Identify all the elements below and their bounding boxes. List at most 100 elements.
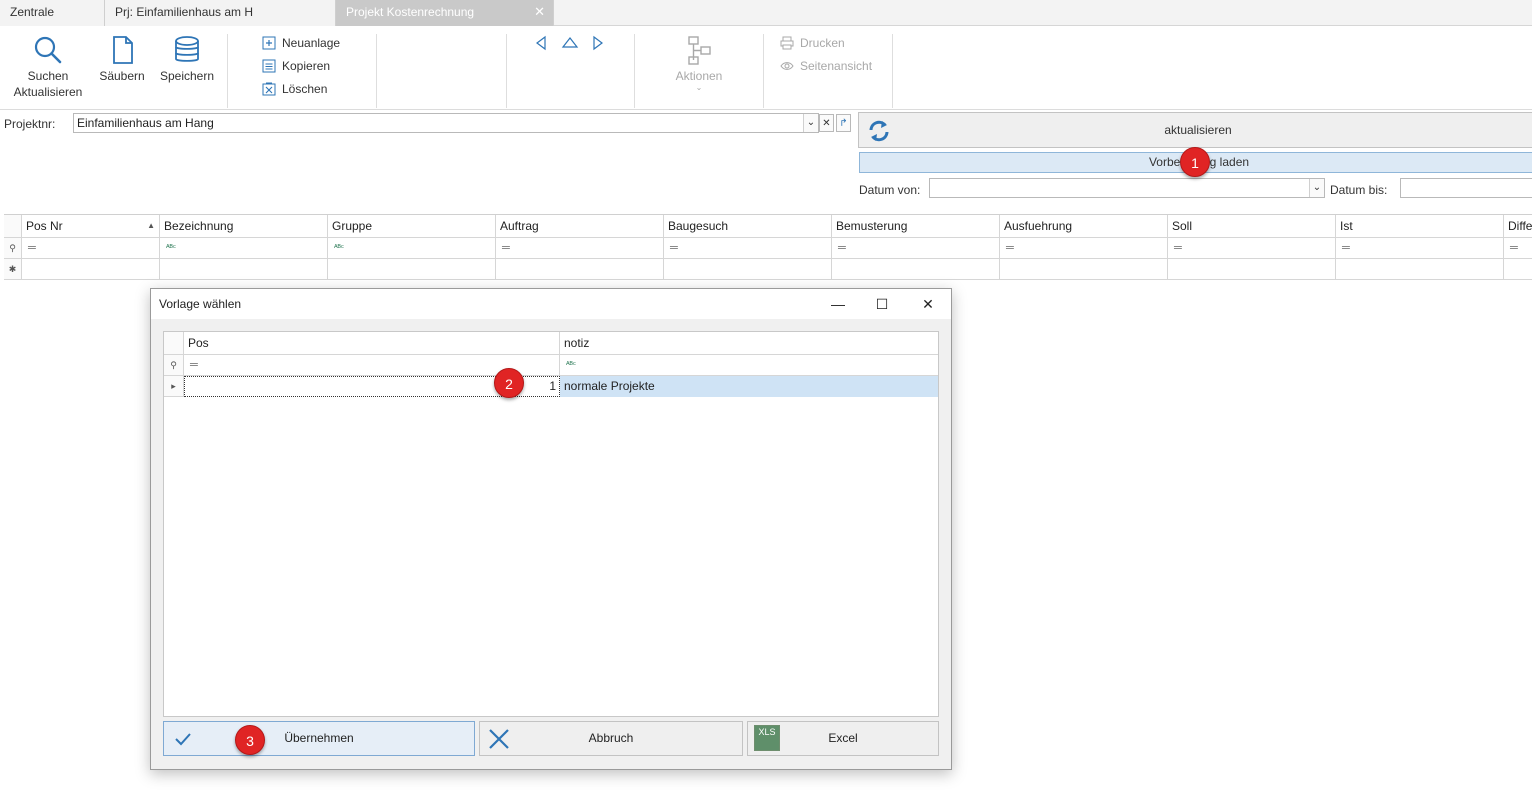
tab-zentrale[interactable]: Zentrale (0, 0, 105, 26)
maximize-icon[interactable]: ☐ (867, 293, 897, 315)
close-icon[interactable]: ✕ (913, 293, 943, 315)
column-header-pos[interactable]: Pos (184, 332, 560, 355)
column-label: Ist (1340, 219, 1353, 233)
actions-button[interactable]: Aktionen ⌄ (664, 34, 734, 92)
sort-ascending-icon: ▲ (147, 221, 155, 230)
delete-button[interactable]: Löschen (262, 80, 327, 98)
next-icon[interactable] (591, 35, 605, 51)
close-icon[interactable]: ✕ (534, 0, 545, 24)
copy-label: Kopieren (282, 59, 331, 73)
chevron-down-icon[interactable]: ⌄ (803, 114, 818, 132)
minimize-icon[interactable]: — (823, 293, 853, 315)
checkmark-icon (175, 733, 191, 746)
column-header-auftrag[interactable]: Auftrag (496, 215, 664, 238)
dialog-title: Vorlage wählen (159, 297, 242, 311)
chevron-down-icon[interactable]: ⌄ (1309, 179, 1324, 197)
filter-text-icon[interactable]: ᴬᴮᶜ (560, 355, 938, 376)
column-header-bemusterung[interactable]: Bemusterung (832, 215, 1000, 238)
search-button[interactable]: Suchen Aktualisieren (8, 34, 88, 100)
column-header-bezeichnung[interactable]: Bezeichnung (160, 215, 328, 238)
tab-bar: Zentrale Prj: Einfamilienhaus am H Proje… (0, 0, 1532, 26)
clear-icon[interactable]: ✕ (819, 114, 834, 132)
chevron-down-icon: ⌄ (695, 83, 703, 92)
tab-label: Projekt Kostenrechnung (346, 5, 475, 19)
column-header-ausfuehrung[interactable]: Ausfuehrung (1000, 215, 1168, 238)
column-header-differenz[interactable]: Diffe (1504, 215, 1532, 238)
step-marker-1: 1 (1180, 147, 1210, 177)
new-row-cell[interactable] (22, 259, 160, 280)
template-grid: ⚲ ▸ Pos notiz ═ ᴬᴮᶜ 1 normale Projekte (163, 331, 939, 717)
column-label: Bemusterung (836, 219, 908, 233)
new-row-cell[interactable] (328, 259, 496, 280)
date-to-field[interactable] (1400, 178, 1532, 198)
eye-icon (780, 62, 794, 70)
ribbon-separator (634, 34, 635, 108)
refresh-button[interactable]: aktualisieren (858, 112, 1532, 148)
print-button[interactable]: Drucken (780, 34, 845, 52)
save-label: Speichern (159, 69, 215, 83)
filter-equals-icon[interactable]: ═ (1504, 238, 1532, 259)
new-row-icon[interactable]: ✱ (4, 259, 22, 280)
add-icon (262, 36, 276, 50)
new-row-cell[interactable] (1504, 259, 1532, 280)
copy-icon (262, 59, 276, 73)
column-header-gruppe[interactable]: Gruppe (328, 215, 496, 238)
excel-label: Excel (828, 731, 858, 745)
excel-button[interactable]: XLS Excel (747, 721, 939, 756)
clear-button[interactable]: Säubern (94, 34, 150, 84)
tab-project[interactable]: Prj: Einfamilienhaus am H (105, 0, 336, 26)
new-row-cell[interactable] (664, 259, 832, 280)
project-number-combo[interactable]: Einfamilienhaus am Hang ⌄ (73, 113, 819, 133)
tab-kostenrechnung[interactable]: Projekt Kostenrechnung ✕ (336, 0, 554, 26)
filter-equals-icon[interactable]: ═ (1336, 238, 1504, 259)
column-header-baugesuch[interactable]: Baugesuch (664, 215, 832, 238)
new-row-cell[interactable] (496, 259, 664, 280)
filter-equals-icon[interactable]: ═ (832, 238, 1000, 259)
filter-equals-icon[interactable]: ═ (496, 238, 664, 259)
refresh-label: aktualisieren (1164, 123, 1232, 137)
column-header-notiz[interactable]: notiz (560, 332, 938, 355)
column-header-ist[interactable]: Ist (1336, 215, 1504, 238)
step-marker-3: 3 (235, 725, 265, 755)
column-label: Pos Nr (26, 219, 63, 233)
new-row-cell[interactable] (160, 259, 328, 280)
column-header-soll[interactable]: Soll (1168, 215, 1336, 238)
pos-value: 1 (549, 379, 556, 393)
cancel-button[interactable]: Abbruch (479, 721, 743, 756)
filter-text-icon[interactable]: ᴬᴮᶜ (328, 238, 496, 259)
new-row-cell[interactable] (1336, 259, 1504, 280)
previous-icon[interactable] (534, 35, 548, 51)
column-label: Diffe (1508, 219, 1532, 233)
excel-icon: XLS (754, 725, 780, 751)
new-row-cell[interactable] (1168, 259, 1336, 280)
ribbon-separator (506, 34, 507, 108)
new-label: Neuanlage (282, 36, 341, 50)
excel-icon-text: XLS (758, 727, 776, 737)
dialog-body: ⚲ ▸ Pos notiz ═ ᴬᴮᶜ 1 normale Projekte (151, 319, 951, 769)
preview-button[interactable]: Seitenansicht (780, 57, 872, 75)
copy-button[interactable]: Kopieren (262, 57, 330, 75)
apply-button[interactable]: Übernehmen (163, 721, 475, 756)
column-label: Soll (1172, 219, 1193, 233)
save-button[interactable]: Speichern (156, 34, 218, 84)
column-label: Pos (188, 336, 209, 350)
filter-equals-icon[interactable]: ═ (664, 238, 832, 259)
goto-icon[interactable]: ↱ (836, 114, 851, 132)
new-row-cell[interactable] (832, 259, 1000, 280)
notiz-cell[interactable]: normale Projekte (560, 376, 938, 397)
filter-equals-icon[interactable]: ═ (22, 238, 160, 259)
ribbon-separator (763, 34, 764, 108)
filter-equals-icon[interactable]: ═ (1168, 238, 1336, 259)
up-icon[interactable] (561, 35, 579, 49)
column-label: Baugesuch (668, 219, 729, 233)
new-row-cell[interactable] (1000, 259, 1168, 280)
new-button[interactable]: Neuanlage (262, 34, 340, 52)
filter-text-icon[interactable]: ᴬᴮᶜ (160, 238, 328, 259)
date-from-field[interactable]: ⌄ (929, 178, 1325, 198)
filter-equals-icon[interactable]: ═ (1000, 238, 1168, 259)
date-to-label: Datum bis: (1330, 183, 1388, 197)
column-header-pos-nr[interactable]: Pos Nr ▲ (22, 215, 160, 238)
grid-corner (164, 332, 184, 355)
search-icon (34, 36, 62, 64)
date-from-label: Datum von: (859, 183, 921, 197)
